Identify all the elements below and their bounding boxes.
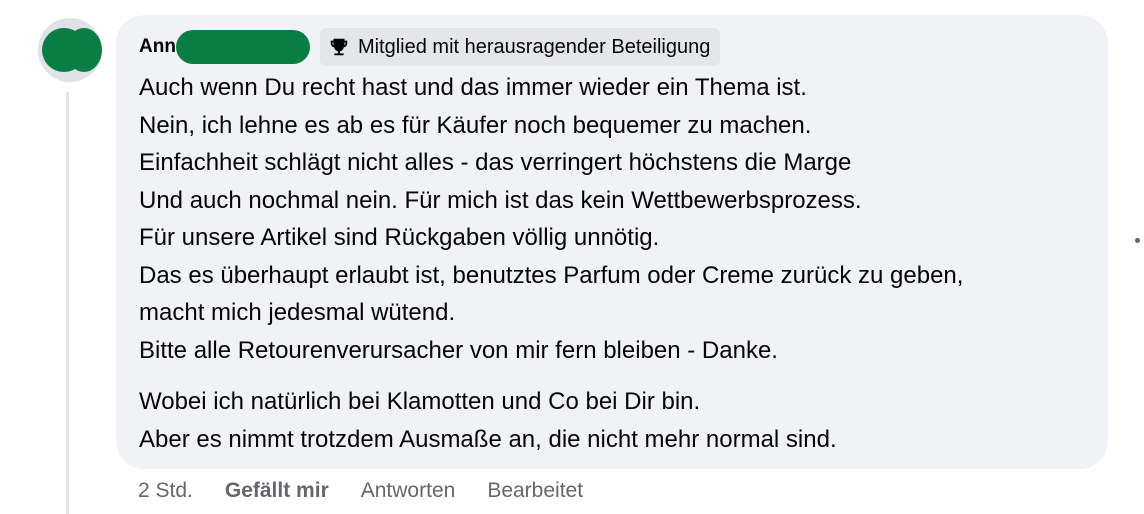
comment-line: Bitte alle Retourenverursacher von mir f…	[139, 336, 778, 364]
author-name-redaction	[175, 30, 310, 64]
thread-line	[66, 92, 69, 514]
comment-line: Einfachheit schlägt nicht alles - das ve…	[139, 149, 852, 176]
comment-line: Nein, ich lehne es ab es für Käufer noch…	[139, 111, 812, 139]
comment-line: Wobei ich natürlich bei Klamotten und Co…	[139, 388, 701, 415]
comment-line: Und auch nochmal nein. Für mich ist das …	[139, 186, 862, 214]
avatar[interactable]	[38, 18, 102, 82]
edited-label[interactable]: Bearbeitet	[487, 479, 583, 503]
comment-actions: 2 Std. Gefällt mir Antworten Bearbeitet	[138, 474, 583, 508]
comment-line: macht mich jedesmal wütend.	[139, 299, 456, 326]
comment-line: Aber es nimmt trotzdem Ausmaße an, die n…	[139, 425, 837, 453]
top-contributor-badge[interactable]: Mitglied mit herausragender Beteiligung	[319, 28, 721, 66]
timestamp-link[interactable]: 2 Std.	[138, 479, 193, 503]
trophy-icon	[330, 38, 348, 56]
comment-line: Für unsere Artikel sind Rückgaben völlig…	[139, 224, 660, 251]
more-options-icon[interactable]	[1135, 238, 1140, 243]
comment-header: Ann Mitglied mit herausragender Beteilig…	[139, 27, 721, 67]
like-button[interactable]: Gefällt mir	[225, 479, 329, 503]
badge-label: Mitglied mit herausragender Beteiligung	[357, 35, 711, 58]
comment-body: Auch wenn Du recht hast und das immer wi…	[139, 69, 1099, 458]
avatar-redaction-2	[66, 28, 102, 72]
author-name[interactable]: Ann	[139, 36, 176, 58]
reply-button[interactable]: Antworten	[361, 479, 456, 503]
comment-bubble: Ann Mitglied mit herausragender Beteilig…	[116, 15, 1108, 469]
comment-line: Auch wenn Du recht hast und das immer wi…	[139, 74, 807, 101]
comment-line: Das es überhaupt erlaubt ist, benutztes …	[139, 261, 964, 289]
